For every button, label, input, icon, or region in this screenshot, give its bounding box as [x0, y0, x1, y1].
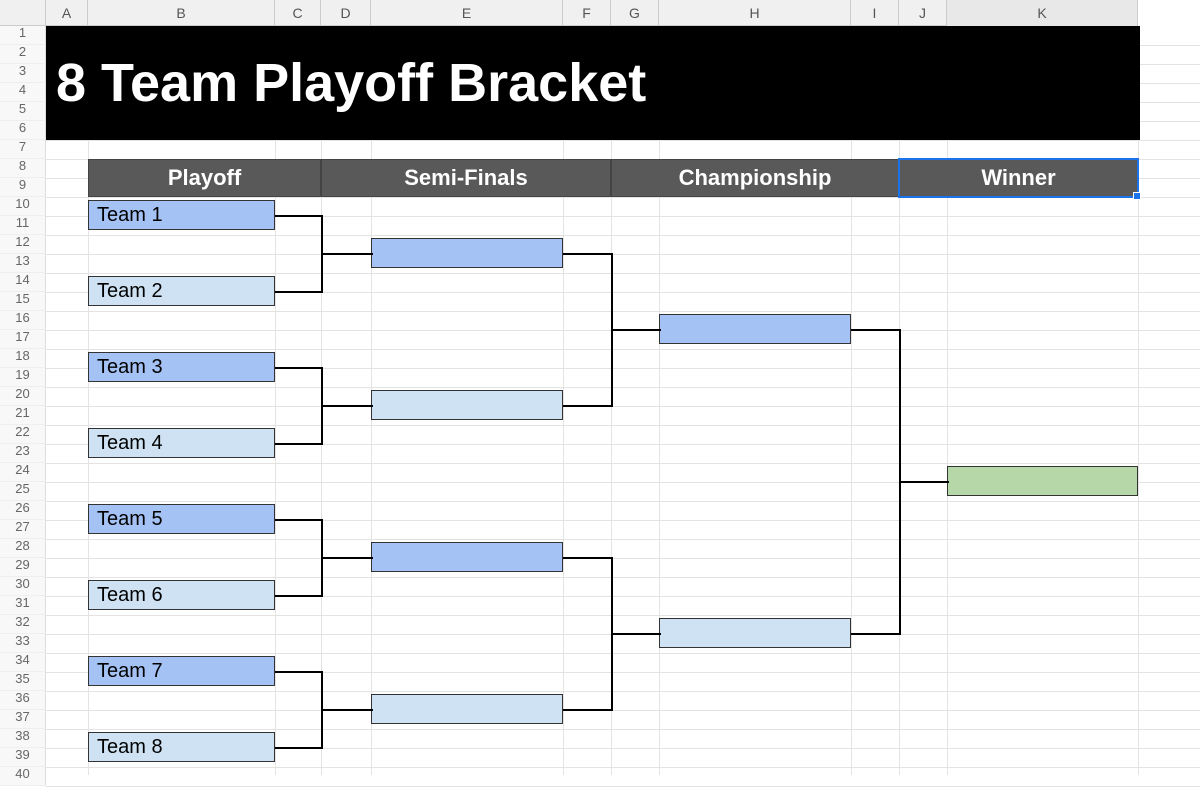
row-header-40[interactable]: 40 — [0, 767, 46, 786]
team-slot-4[interactable]: Team 4 — [88, 428, 275, 458]
row-header-7[interactable]: 7 — [0, 140, 46, 159]
row-header-8[interactable]: 8 — [0, 159, 46, 178]
row-header-35[interactable]: 35 — [0, 672, 46, 691]
spreadsheet: 1234567891011121314151617181920212223242… — [0, 0, 1200, 775]
connector — [321, 253, 373, 255]
row-header-37[interactable]: 37 — [0, 710, 46, 729]
team-slot-8[interactable]: Team 8 — [88, 732, 275, 762]
corner-cell[interactable] — [0, 0, 46, 26]
col-header-H[interactable]: H — [659, 0, 851, 26]
grid[interactable]: 8 Team Playoff Bracket PlayoffSemi-Finals… — [46, 26, 1200, 775]
connector — [563, 253, 613, 255]
row-header-4[interactable]: 4 — [0, 83, 46, 102]
row-header-18[interactable]: 18 — [0, 349, 46, 368]
row-header-38[interactable]: 38 — [0, 729, 46, 748]
col-header-E[interactable]: E — [371, 0, 563, 26]
connector — [563, 405, 613, 407]
round-header-playoff[interactable]: Playoff — [88, 159, 321, 197]
row-header-31[interactable]: 31 — [0, 596, 46, 615]
connector — [563, 557, 613, 559]
connector — [275, 519, 323, 521]
row-header-36[interactable]: 36 — [0, 691, 46, 710]
semi-slot-3[interactable] — [371, 542, 563, 572]
connector — [851, 633, 901, 635]
connector — [275, 443, 323, 445]
row-header-11[interactable]: 11 — [0, 216, 46, 235]
row-header-29[interactable]: 29 — [0, 558, 46, 577]
row-header-22[interactable]: 22 — [0, 425, 46, 444]
row-header-3[interactable]: 3 — [0, 64, 46, 83]
connector — [321, 557, 373, 559]
col-header-K[interactable]: K — [947, 0, 1138, 26]
col-header-C[interactable]: C — [275, 0, 321, 26]
row-header-28[interactable]: 28 — [0, 539, 46, 558]
round-header-winner[interactable]: Winner — [899, 159, 1138, 197]
team-slot-5[interactable]: Team 5 — [88, 504, 275, 534]
row-header-9[interactable]: 9 — [0, 178, 46, 197]
selection-handle[interactable] — [1133, 192, 1141, 200]
round-header-semifinals[interactable]: Semi-Finals — [321, 159, 611, 197]
connector — [275, 671, 323, 673]
connector — [321, 405, 373, 407]
connector — [611, 633, 661, 635]
semi-slot-1[interactable] — [371, 238, 563, 268]
connector — [611, 329, 661, 331]
winner-slot[interactable] — [947, 466, 1138, 496]
row-header-26[interactable]: 26 — [0, 501, 46, 520]
row-header-16[interactable]: 16 — [0, 311, 46, 330]
col-header-D[interactable]: D — [321, 0, 371, 26]
row-header-17[interactable]: 17 — [0, 330, 46, 349]
connector — [851, 329, 901, 331]
row-header-27[interactable]: 27 — [0, 520, 46, 539]
column-headers: ABCDEFGHIJK — [46, 0, 1138, 26]
connector — [899, 481, 949, 483]
row-header-23[interactable]: 23 — [0, 444, 46, 463]
col-header-I[interactable]: I — [851, 0, 899, 26]
connector — [275, 595, 323, 597]
row-header-2[interactable]: 2 — [0, 45, 46, 64]
champ-slot-1[interactable] — [659, 314, 851, 344]
col-header-J[interactable]: J — [899, 0, 947, 26]
row-header-15[interactable]: 15 — [0, 292, 46, 311]
connector — [275, 747, 323, 749]
row-header-20[interactable]: 20 — [0, 387, 46, 406]
row-header-12[interactable]: 12 — [0, 235, 46, 254]
team-slot-6[interactable]: Team 6 — [88, 580, 275, 610]
team-slot-1[interactable]: Team 1 — [88, 200, 275, 230]
connector — [275, 367, 323, 369]
col-header-F[interactable]: F — [563, 0, 611, 26]
row-header-13[interactable]: 13 — [0, 254, 46, 273]
team-slot-7[interactable]: Team 7 — [88, 656, 275, 686]
row-header-25[interactable]: 25 — [0, 482, 46, 501]
col-header-B[interactable]: B — [88, 0, 275, 26]
page-title: 8 Team Playoff Bracket — [46, 26, 1140, 140]
connector — [275, 291, 323, 293]
row-header-5[interactable]: 5 — [0, 102, 46, 121]
team-slot-2[interactable]: Team 2 — [88, 276, 275, 306]
row-header-32[interactable]: 32 — [0, 615, 46, 634]
row-header-10[interactable]: 10 — [0, 197, 46, 216]
row-header-21[interactable]: 21 — [0, 406, 46, 425]
row-header-19[interactable]: 19 — [0, 368, 46, 387]
row-header-24[interactable]: 24 — [0, 463, 46, 482]
champ-slot-2[interactable] — [659, 618, 851, 648]
row-header-39[interactable]: 39 — [0, 748, 46, 767]
connector — [321, 709, 373, 711]
team-slot-3[interactable]: Team 3 — [88, 352, 275, 382]
round-header-championship[interactable]: Championship — [611, 159, 899, 197]
row-header-1[interactable]: 1 — [0, 26, 46, 45]
row-header-6[interactable]: 6 — [0, 121, 46, 140]
semi-slot-2[interactable] — [371, 390, 563, 420]
row-header-14[interactable]: 14 — [0, 273, 46, 292]
connector — [563, 709, 613, 711]
row-header-30[interactable]: 30 — [0, 577, 46, 596]
col-header-A[interactable]: A — [46, 0, 88, 26]
col-header-G[interactable]: G — [611, 0, 659, 26]
semi-slot-4[interactable] — [371, 694, 563, 724]
connector — [275, 215, 323, 217]
row-header-33[interactable]: 33 — [0, 634, 46, 653]
row-header-34[interactable]: 34 — [0, 653, 46, 672]
